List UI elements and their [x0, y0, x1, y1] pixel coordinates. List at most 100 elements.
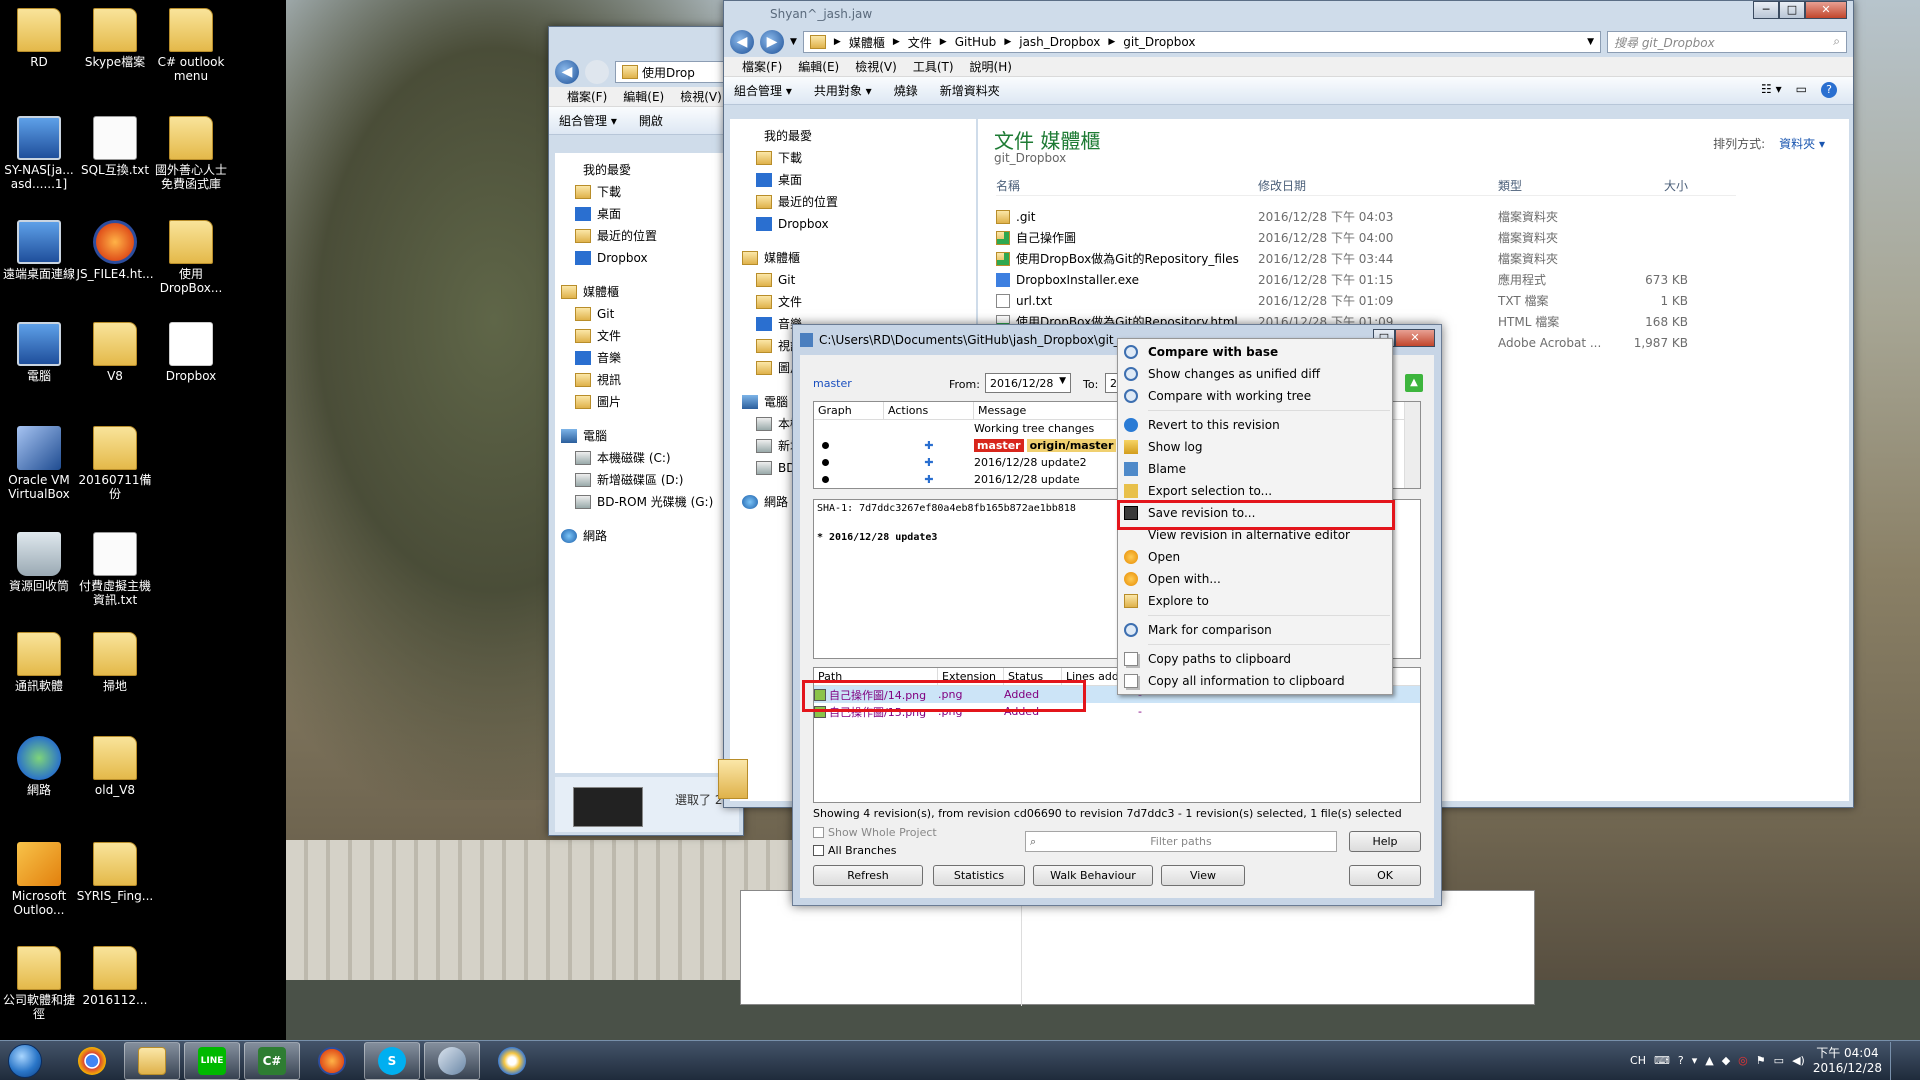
column-header[interactable]: 大小	[1618, 177, 1688, 194]
forward-arrow-icon[interactable]: ▶	[760, 30, 784, 54]
help-icon[interactable]: ?	[1821, 82, 1837, 98]
show-hidden-icons-icon[interactable]: ▲	[1705, 1054, 1713, 1067]
desktop-icon[interactable]: Oracle VM VirtualBox	[0, 422, 78, 501]
desktop-icon[interactable]: 電腦	[0, 318, 78, 383]
search-input[interactable]: 搜尋 git_Dropbox ⌕	[1607, 31, 1847, 53]
nav-item[interactable]: 媒體櫃	[742, 247, 976, 269]
column-header[interactable]: 類型	[1498, 177, 1618, 194]
nav-item[interactable]: 桌面	[756, 169, 976, 191]
desktop-icon[interactable]: 國外善心人士免費函式庫	[152, 112, 230, 191]
nav-item[interactable]: 網路	[561, 525, 739, 547]
go-forward-icon[interactable]: ▲	[1405, 374, 1423, 392]
breadcrumb-item[interactable]: GitHub	[955, 35, 997, 49]
column-header[interactable]: 名稱	[996, 177, 1258, 194]
menu-item[interactable]: 編輯(E)	[615, 88, 672, 105]
command-button[interactable]: 開啟	[639, 112, 663, 129]
nav-item[interactable]: BD-ROM 光碟機 (G:)	[575, 491, 739, 513]
column-header[interactable]: Status	[1004, 667, 1062, 686]
nav-item[interactable]: 音樂	[575, 347, 739, 369]
close-button[interactable]: ✕	[1805, 1, 1847, 19]
breadcrumb-separator-icon[interactable]: ▶	[1108, 37, 1115, 47]
nav-item[interactable]: 下載	[575, 181, 739, 203]
desktop-icon[interactable]: 通訊軟體	[0, 628, 78, 693]
taskbar-csharp-button[interactable]: C#	[244, 1041, 300, 1080]
file-row[interactable]: DropboxInstaller.exe 2016/12/28 下午 01:15 應…	[996, 269, 1736, 290]
menu-item[interactable]: 說明(H)	[962, 58, 1020, 75]
branch-link[interactable]: master	[813, 377, 852, 390]
menu-item[interactable]: 工具(T)	[905, 58, 962, 75]
breadcrumb-separator-icon[interactable]: ▶	[1004, 37, 1011, 47]
refresh-button[interactable]: Refresh	[813, 865, 923, 886]
breadcrumb-separator-icon[interactable]: ▶	[834, 37, 841, 47]
back-address-bar[interactable]: 使用Drop	[615, 61, 737, 83]
start-button[interactable]	[0, 1041, 50, 1080]
desktop-icon[interactable]: RD	[0, 4, 78, 69]
desktop-icon[interactable]: 掃地	[76, 628, 154, 693]
volume-icon[interactable]: ◀)	[1792, 1054, 1805, 1067]
desktop-icon[interactable]: 資源回收筒	[0, 528, 78, 593]
desktop-icon[interactable]: JS_FILE4.ht...	[76, 216, 154, 281]
taskbar-git-button[interactable]	[424, 1041, 480, 1080]
taskbar-chrome-button[interactable]	[64, 1042, 120, 1080]
file-row[interactable]: url.txt 2016/12/28 下午 01:09 TXT 檔案 1 KB	[996, 290, 1736, 311]
nav-item[interactable]: Git	[756, 269, 976, 291]
breadcrumb[interactable]: ▶ 媒體櫃 ▶ 文件 ▶ GitHub ▶ jash_Dropbox ▶ git_Dropbox ▼	[802, 31, 1601, 53]
nav-item[interactable]: Dropbox	[756, 213, 976, 235]
nav-item[interactable]: 最近的位置	[575, 225, 739, 247]
address-dropdown-icon[interactable]: ▼	[1587, 37, 1594, 47]
desktop-icon[interactable]: old_V8	[76, 732, 154, 797]
view-options-icon[interactable]: ☷ ▾	[1761, 82, 1782, 98]
breadcrumb-item[interactable]: jash_Dropbox	[1019, 35, 1100, 49]
command-button[interactable]: 組合管理 ▾	[734, 82, 792, 99]
nav-item[interactable]: 視訊	[575, 369, 739, 391]
column-header[interactable]: Path	[814, 667, 938, 686]
statistics-button[interactable]: Statistics	[933, 865, 1025, 886]
desktop-icon[interactable]: 遠端桌面連線	[0, 216, 78, 281]
file-row[interactable]: 自己操作圖 2016/12/28 下午 04:00 檔案資料夾	[996, 227, 1736, 248]
dropbox-icon[interactable]: ◆	[1722, 1054, 1730, 1067]
column-header[interactable]: Graph	[814, 401, 884, 420]
nav-item[interactable]: Git	[575, 303, 739, 325]
breadcrumb-separator-icon[interactable]: ▶	[893, 37, 900, 47]
column-header[interactable]: Extension	[938, 667, 1004, 686]
desktop-icon[interactable]: Dropbox	[152, 318, 230, 383]
show-whole-project-checkbox[interactable]: Show Whole Project	[813, 826, 937, 839]
context-menu-item[interactable]: Copy all information to clipboard	[1118, 670, 1392, 692]
taskbar-skype-button[interactable]: S	[364, 1041, 420, 1080]
context-menu-item[interactable]: Export selection to...	[1118, 480, 1392, 502]
chevron-down-icon[interactable]: ▾	[1692, 1054, 1698, 1067]
ok-button[interactable]: OK	[1349, 865, 1421, 886]
command-button[interactable]: 共用對象 ▾	[814, 82, 872, 99]
desktop-icon[interactable]: SQL互換.txt	[76, 112, 154, 177]
column-header[interactable]: Actions	[884, 401, 974, 420]
menu-item[interactable]: 檢視(V)	[847, 58, 905, 75]
revision-scrollbar[interactable]	[1404, 402, 1420, 488]
menu-item[interactable]: 檔案(F)	[734, 58, 790, 75]
language-indicator[interactable]: CH	[1630, 1054, 1646, 1067]
nav-item[interactable]: 我的最愛	[561, 159, 739, 181]
minimize-button[interactable]: ─	[1753, 1, 1779, 19]
context-menu-item[interactable]: Show log	[1118, 436, 1392, 458]
history-dropdown-icon[interactable]: ▼	[790, 37, 797, 47]
breadcrumb-separator-icon[interactable]: ▶	[940, 37, 947, 47]
nav-item[interactable]: 下載	[756, 147, 976, 169]
desktop-icon[interactable]: Skype檔案	[76, 4, 154, 69]
desktop-icon[interactable]: 20160711備份	[76, 422, 154, 501]
changed-file-row[interactable]: 自己操作圖/15.png .png Added -	[814, 703, 1420, 720]
breadcrumb-item[interactable]: 文件	[908, 34, 932, 51]
nav-item[interactable]: 本機磁碟 (C:)	[575, 447, 739, 469]
command-button[interactable]: 燒錄	[894, 82, 918, 99]
desktop-icon[interactable]: V8	[76, 318, 154, 383]
clock[interactable]: 下午 04:04 2016/12/28	[1813, 1046, 1882, 1076]
back-arrow-icon[interactable]: ◀	[555, 60, 579, 84]
desktop-icon[interactable]: 付費虛擬主機資訊.txt	[76, 528, 154, 607]
breadcrumb-item[interactable]: 媒體櫃	[849, 34, 885, 51]
help-button[interactable]: Help	[1349, 831, 1421, 852]
from-date-picker[interactable]: 2016/12/28 ▼	[985, 373, 1071, 393]
nav-item[interactable]: 文件	[756, 291, 976, 313]
context-menu-item[interactable]: Revert to this revision	[1118, 414, 1392, 436]
nav-item[interactable]: Dropbox	[575, 247, 739, 269]
antivirus-icon[interactable]: ◎	[1738, 1054, 1748, 1067]
desktop-icon[interactable]: SYRIS_Fing...	[76, 838, 154, 903]
preview-pane-icon[interactable]: ▭	[1796, 82, 1807, 98]
